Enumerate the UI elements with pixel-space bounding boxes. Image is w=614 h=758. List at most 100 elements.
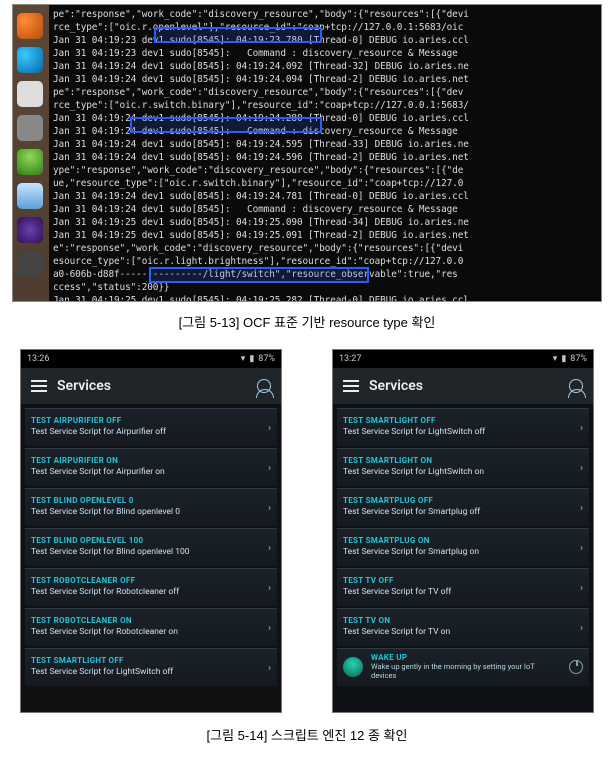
app-title: Services [369,378,423,394]
user-icon[interactable] [257,379,271,393]
hamburger-icon[interactable] [31,380,47,392]
service-desc: Test Service Script for LightSwitch off [343,427,583,437]
service-title: TEST AIRPURIFIER ON [31,456,271,465]
launcher-icon [17,149,43,175]
service-card[interactable]: TEST TV ON Test Service Script for TV on› [337,608,589,646]
chevron-right-icon: › [580,502,583,513]
launcher-icon [17,217,43,243]
launcher-icon [17,13,43,39]
terminal-line: Jan 31 04:19:24 dev1 sudo[8545]: Command… [53,203,597,216]
wifi-icon: ▾ [553,354,558,364]
service-title: TEST BLIND OPENLEVEL 0 [31,496,271,505]
wifi-icon: ▾ [241,354,246,364]
chevron-right-icon: › [580,422,583,433]
service-card[interactable]: TEST ROBOTCLEANER ON Test Service Script … [25,608,277,646]
status-time: 13:27 [339,354,361,364]
terminal-line: rce_type":["oic.r.switch.binary"],"resou… [53,99,597,112]
service-card[interactable]: TEST SMARTLIGHT OFFTest Service Script f… [337,408,589,446]
chevron-right-icon: › [268,502,271,513]
terminal-line: pe":"response","work_code":"discovery_re… [53,8,597,21]
chevron-right-icon: › [580,542,583,553]
service-card[interactable]: TEST SMARTPLUG OFF Test Service Script fo… [337,488,589,526]
terminal-line: ue,"resource_type":["oic.r.switch.binary… [53,177,597,190]
user-icon[interactable] [569,379,583,393]
service-title: TEST SMARTPLUG ON [343,536,583,545]
battery-pct: 87% [570,354,587,364]
launcher-icon [17,81,43,107]
chevron-right-icon: › [268,622,271,633]
service-title: TEST SMARTPLUG OFF [343,496,583,505]
chevron-right-icon: › [580,582,583,593]
battery-icon: ▮ [561,354,566,364]
service-desc: Test Service Script for TV off [343,587,583,597]
terminal-line: Jan 31 04:19:25 dev1 sudo[8545]: 04:19:2… [53,229,597,242]
figure-5-13-caption: [그림 5-13] OCF 표준 기반 resource type 확인 [0,302,614,345]
chevron-right-icon: › [268,582,271,593]
chevron-right-icon: › [268,662,271,673]
chevron-right-icon: › [268,422,271,433]
terminal-line: Jan 31 04:19:25 dev1 sudo[8545]: 04:19:2… [53,216,597,229]
service-desc: Test Service Script for Smartplug on [343,547,583,557]
service-card[interactable]: TEST BLIND OPENLEVEL 100 Test Service Scr… [25,528,277,566]
ubuntu-launcher [13,5,49,301]
terminal-line: Jan 31 04:19:24 dev1 sudo[8545]: 04:19:2… [53,138,597,151]
wakeup-card[interactable]: WAKE UPWake up gently in the morning by … [337,648,589,686]
launcher-icon [17,47,43,73]
chevron-right-icon: › [268,462,271,473]
highlight-box [149,267,369,283]
phone-right: 13:27 ▾ ▮ 87% Services TEST SMARTLIGHT O… [332,349,594,713]
service-title: TEST AIRPURIFIER OFF [31,416,271,425]
figure-5-14: 13:26 ▾ ▮ 87% Services TEST AIRPURIFIER … [0,345,614,758]
battery-icon: ▮ [249,354,254,364]
service-desc: Test Service Script for Blind openlevel … [31,507,271,517]
terminal-line: Jan 31 04:19:24 dev1 sudo[8545]: 04:19:2… [53,60,597,73]
service-desc: Test Service Script for Robotcleaner on [31,627,271,637]
service-card[interactable]: TEST SMARTLIGHT OFF Test Service Script f… [25,648,277,686]
terminal-line: Jan 31 04:19:24 dev1 sudo[8545]: 04:19:2… [53,190,597,203]
service-card[interactable]: TEST SMARTLIGHT ON Test Service Script fo… [337,448,589,486]
service-title: TEST TV ON [343,616,583,625]
service-title: TEST SMARTLIGHT OFF [31,656,271,665]
phone-left: 13:26 ▾ ▮ 87% Services TEST AIRPURIFIER … [20,349,282,713]
battery-pct: 87% [258,354,275,364]
service-card[interactable]: TEST TV OFF Test Service Script for TV of… [337,568,589,606]
service-title: TEST BLIND OPENLEVEL 100 [31,536,271,545]
terminal-screenshot: pe":"response","work_code":"discovery_re… [12,4,602,302]
service-card[interactable]: TEST BLIND OPENLEVEL 0 Test Service Scrip… [25,488,277,526]
status-bar: 13:26 ▾ ▮ 87% [21,350,281,368]
sunrise-icon [343,657,363,677]
chevron-right-icon: › [580,622,583,633]
status-time: 13:26 [27,354,49,364]
terminal-line: Jan 31 04:19:25 dev1 sudo[8545]: 04:19:2… [53,294,597,301]
service-desc: Test Service Script for Blind openlevel … [31,547,271,557]
launcher-icon [17,251,43,277]
service-list: TEST AIRPURIFIER OFF Test Service Script … [21,404,281,712]
terminal-line: e":"response","work_code":"discovery_res… [53,242,597,255]
service-desc: Test Service Script for LightSwitch on [343,467,583,477]
chevron-right-icon: › [580,462,583,473]
service-card[interactable]: TEST AIRPURIFIER OFF Test Service Script … [25,408,277,446]
service-desc: Test Service Script for TV on [343,627,583,637]
terminal-line: rce_type":["oic.r.openlevel"],"resource_… [53,21,597,34]
service-card[interactable]: TEST SMARTPLUG ON Test Service Script for… [337,528,589,566]
service-title: TEST SMARTLIGHT ON [343,456,583,465]
terminal-line: ype":"response","work_code":"discovery_r… [53,164,597,177]
service-card[interactable]: TEST ROBOTCLEANER OFFTest Service Script… [25,568,277,606]
power-icon[interactable] [569,660,583,674]
service-title: WAKE UP [371,653,561,662]
service-desc: Test Service Script for Airpurifier off [31,427,271,437]
launcher-icon [17,183,43,209]
service-desc: Test Service Script for Airpurifier on [31,467,271,477]
service-desc: Wake up gently in the morning by setting… [371,662,561,680]
service-desc: Test Service Script for LightSwitch off [31,667,271,677]
hamburger-icon[interactable] [343,380,359,392]
terminal-line: Jan 31 04:19:24 dev1 sudo[8545]: 04:19:2… [53,151,597,164]
service-title: TEST ROBOTCLEANER ON [31,616,271,625]
service-desc: Test Service Script for Smartplug off [343,507,583,517]
service-list: TEST SMARTLIGHT OFFTest Service Script f… [333,404,593,712]
service-title: TEST TV OFF [343,576,583,585]
terminal-line: pe":"response","work_code":"discovery_re… [53,86,597,99]
terminal-line: Jan 31 04:19:23 dev1 sudo[8545]: 04:19:2… [53,34,597,47]
service-card[interactable]: TEST AIRPURIFIER ON Test Service Script f… [25,448,277,486]
launcher-icon [17,115,43,141]
